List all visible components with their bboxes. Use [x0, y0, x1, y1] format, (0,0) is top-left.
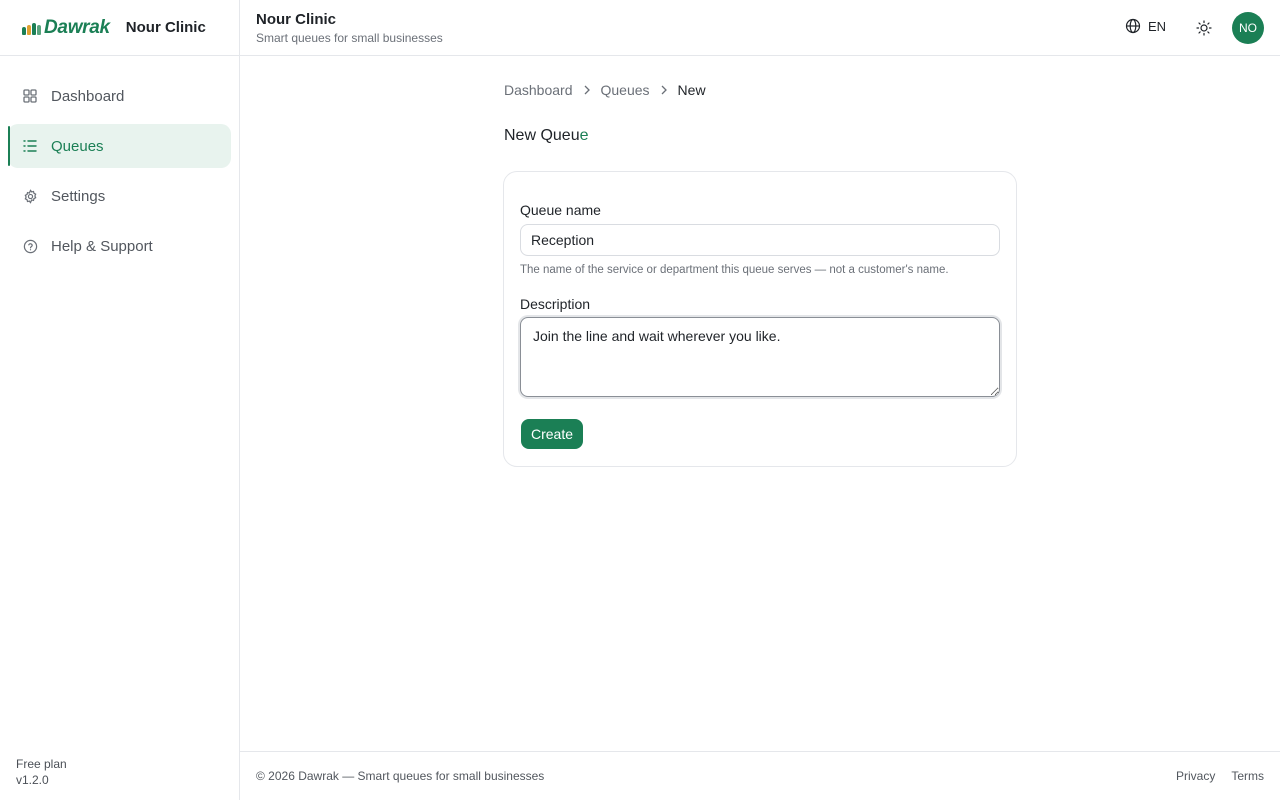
breadcrumb-current: New [677, 82, 706, 98]
logo-text: Dawrak [44, 16, 110, 38]
sidebar-nav: Dashboard Queues Settings Help & Support [0, 56, 239, 268]
breadcrumb: Dashboard Queues New [504, 82, 706, 98]
new-queue-form: Queue name The name of the service or de… [503, 171, 1017, 467]
people-queue-icon [22, 21, 41, 35]
plan-info: Free plan v1.2.0 [16, 756, 67, 788]
list-icon [22, 138, 38, 154]
terms-link[interactable]: Terms [1231, 769, 1264, 783]
main-content: Dashboard Queues New New Queue Queue nam… [240, 56, 1280, 751]
create-button[interactable]: Create [521, 419, 584, 449]
sidebar-item-dashboard[interactable]: Dashboard [8, 74, 231, 118]
app-version: v1.2.0 [16, 773, 49, 787]
queue-name-input[interactable] [520, 224, 1000, 256]
sidebar-item-label: Queues [51, 137, 104, 155]
dawrak-logo[interactable]: Dawrak [22, 17, 110, 39]
sidebar-item-label: Help & Support [51, 237, 153, 255]
page-title-main: New Queu [504, 127, 580, 144]
language-switcher[interactable]: EN [1125, 18, 1166, 34]
page-title: New Queue [504, 127, 589, 145]
description-label: Description [520, 296, 591, 312]
description-textarea[interactable]: Join the line and wait wherever you like… [520, 317, 1000, 397]
sun-icon [1196, 20, 1212, 36]
footer-links: Privacy Terms [1176, 769, 1264, 783]
help-circle-icon [22, 238, 38, 254]
breadcrumb-dashboard[interactable]: Dashboard [504, 82, 573, 98]
sidebar-item-label: Dashboard [51, 87, 125, 105]
gear-icon [22, 188, 38, 204]
language-code: EN [1148, 18, 1167, 34]
header-title: Nour Clinic [256, 11, 337, 28]
chevron-right-icon [583, 85, 591, 95]
sidebar: Dawrak Nour Clinic Dashboard Queues Sett… [0, 0, 240, 800]
top-header: Nour Clinic Smart queues for small busin… [240, 0, 1280, 56]
privacy-link[interactable]: Privacy [1176, 769, 1215, 783]
sidebar-item-help[interactable]: Help & Support [8, 224, 231, 268]
globe-icon [1125, 18, 1141, 34]
plan-name: Free plan [16, 757, 67, 771]
page-title-accent: e [579, 127, 589, 144]
header-subtitle: Smart queues for small businesses [256, 31, 443, 45]
sidebar-item-queues[interactable]: Queues [8, 124, 231, 168]
queue-name-label: Queue name [520, 202, 601, 218]
footer: © 2026 Dawrak — Smart queues for small b… [240, 751, 1280, 800]
breadcrumb-queues[interactable]: Queues [601, 82, 650, 98]
sidebar-item-settings[interactable]: Settings [8, 174, 231, 218]
theme-toggle-button[interactable] [1194, 18, 1214, 38]
chevron-right-icon [660, 85, 668, 95]
sidebar-item-label: Settings [51, 187, 106, 205]
grid-icon [22, 88, 38, 104]
org-name: Nour Clinic [125, 19, 206, 36]
copyright-text: © 2026 Dawrak — Smart queues for small b… [256, 769, 545, 783]
queue-name-hint: The name of the service or department th… [520, 264, 949, 276]
avatar[interactable]: NO [1232, 12, 1264, 44]
brand-bar: Dawrak Nour Clinic [0, 0, 239, 56]
